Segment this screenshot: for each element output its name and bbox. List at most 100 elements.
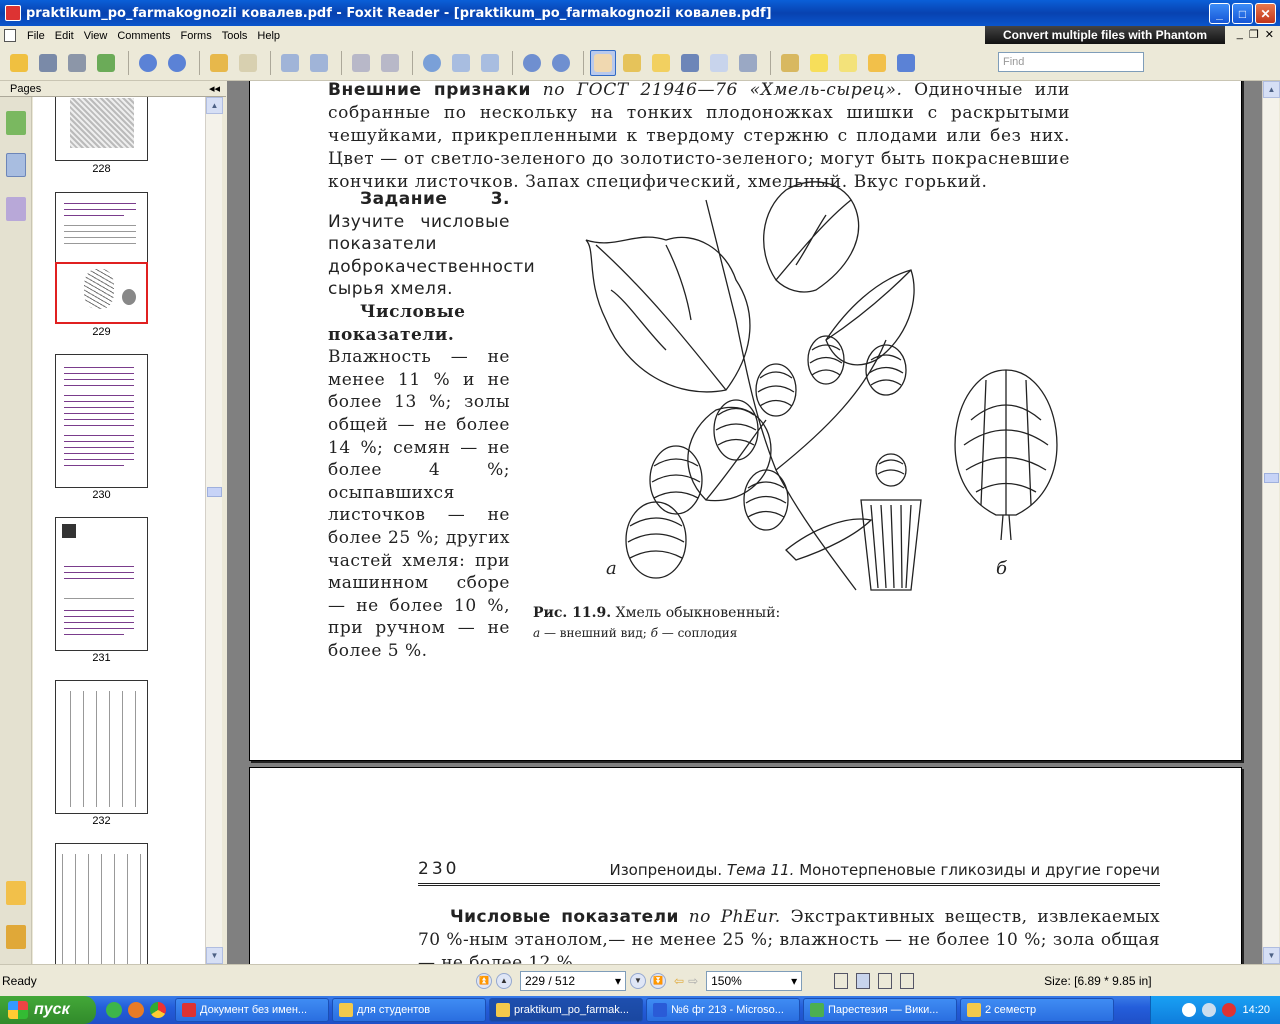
pencil-icon: [781, 53, 799, 72]
taskbar-button[interactable]: для студентов: [332, 998, 486, 1022]
edit-tool-button[interactable]: [777, 50, 803, 76]
folder-icon: [339, 1003, 353, 1017]
continuous-facing-view-icon[interactable]: [900, 972, 915, 989]
select-annotation-button[interactable]: [648, 50, 674, 76]
taskbar-button[interactable]: praktikum_po_farmak...: [489, 998, 643, 1022]
maximize-button[interactable]: □: [1232, 3, 1253, 24]
page-number-field[interactable]: 229 / 512 ▾: [520, 970, 626, 991]
attachments-icon[interactable]: [6, 925, 26, 949]
undo-button[interactable]: [348, 50, 374, 76]
clock[interactable]: 14:20: [1242, 1004, 1270, 1016]
bluetooth-icon[interactable]: [1182, 1003, 1197, 1017]
single-page-view-icon[interactable]: [834, 972, 849, 989]
thumbnail-page[interactable]: [55, 97, 148, 161]
network-icon[interactable]: [1202, 1003, 1217, 1017]
menu-tools[interactable]: Tools: [217, 30, 253, 42]
fit-width-button[interactable]: [477, 50, 503, 76]
menu-comments[interactable]: Comments: [112, 30, 175, 42]
continuous-view-icon[interactable]: [856, 972, 871, 989]
bookmarks-icon[interactable]: [6, 111, 26, 135]
taskbar-button[interactable]: №6 фг 213 - Microso...: [646, 998, 800, 1022]
insert-pages-button[interactable]: [306, 50, 332, 76]
task-text: Изучите числовые показатели доброкачеств…: [328, 211, 536, 300]
forward-arrow-icon[interactable]: ⇨: [688, 974, 698, 988]
pages-icon[interactable]: [6, 153, 26, 177]
phantom-promo-banner[interactable]: Convert multiple files with Phantom: [985, 26, 1225, 44]
print-button[interactable]: [64, 50, 90, 76]
save-button[interactable]: [35, 50, 61, 76]
doc-minimize-button[interactable]: _: [1237, 28, 1243, 41]
taskbar-button[interactable]: Парестезия — Вики...: [803, 998, 957, 1022]
select-text-button[interactable]: [619, 50, 645, 76]
note-button[interactable]: [806, 50, 832, 76]
prev-page-status-button[interactable]: ▲: [496, 972, 512, 989]
start-button[interactable]: пуск: [0, 996, 96, 1024]
scroll-thumb[interactable]: [1264, 473, 1279, 483]
taskbar-button[interactable]: 2 семестр: [960, 998, 1114, 1022]
thumbnail-page[interactable]: [55, 517, 148, 651]
binoculars-button[interactable]: [677, 50, 703, 76]
skype-icon[interactable]: [106, 1002, 122, 1018]
back-button[interactable]: [206, 50, 232, 76]
next-page-button[interactable]: [164, 50, 190, 76]
document-view[interactable]: Внешние признаки по ГОСТ 21946—76 «Хмель…: [227, 81, 1262, 964]
scroll-up-arrow[interactable]: ▲: [1263, 81, 1280, 98]
menu-forms[interactable]: Forms: [176, 30, 217, 42]
collapse-panel-button[interactable]: ◂◂: [209, 82, 220, 95]
doc-restore-button[interactable]: ❐: [1249, 28, 1259, 41]
chevron-down-icon[interactable]: ▾: [791, 974, 797, 988]
zoom-field[interactable]: 150% ▾: [706, 970, 803, 991]
thumbnail-page[interactable]: [55, 680, 148, 814]
scroll-down-arrow[interactable]: ▼: [206, 947, 223, 964]
firefox-icon[interactable]: [128, 1002, 144, 1018]
forward-button[interactable]: [235, 50, 261, 76]
open-button[interactable]: [6, 50, 32, 76]
email-button[interactable]: [93, 50, 119, 76]
first-page-button[interactable]: ⏫: [476, 972, 492, 989]
zoom-out-button[interactable]: [519, 50, 545, 76]
zoom-in-tool-button[interactable]: [419, 50, 445, 76]
extract-pages-button[interactable]: [277, 50, 303, 76]
redo-button[interactable]: [377, 50, 403, 76]
minimize-button[interactable]: _: [1209, 3, 1230, 24]
menu-help[interactable]: Help: [252, 30, 285, 42]
menu-edit[interactable]: Edit: [50, 30, 79, 42]
facing-view-icon[interactable]: [878, 972, 893, 989]
close-button[interactable]: ✕: [1255, 3, 1276, 24]
chevron-down-icon[interactable]: ▾: [615, 974, 621, 988]
pages-tab-label[interactable]: Pages: [10, 83, 41, 95]
thumbnail-page[interactable]: [55, 843, 148, 964]
find-input[interactable]: Find: [998, 52, 1144, 72]
doc-close-button[interactable]: ✕: [1265, 28, 1274, 41]
fit-page-button[interactable]: [448, 50, 474, 76]
zoom-in-button[interactable]: [548, 50, 574, 76]
arrow-tool-button[interactable]: [893, 50, 919, 76]
comments-icon[interactable]: [6, 881, 26, 905]
taskbar-button[interactable]: Документ без имен...: [175, 998, 329, 1022]
scroll-down-arrow[interactable]: ▼: [1263, 947, 1280, 964]
next-page-status-button[interactable]: ▼: [630, 972, 646, 989]
foxit-app-icon[interactable]: [5, 5, 21, 21]
layers-icon[interactable]: [6, 197, 26, 221]
snapshot-button[interactable]: [735, 50, 761, 76]
prev-page-button[interactable]: [135, 50, 161, 76]
document-icon[interactable]: [4, 29, 16, 42]
back-arrow-icon[interactable]: ⇦: [674, 974, 684, 988]
callout-button[interactable]: [864, 50, 890, 76]
hand-tool-button[interactable]: [590, 49, 616, 76]
typewriter-button[interactable]: [706, 50, 732, 76]
task-title-text: Задание 3.: [360, 189, 510, 209]
textbox-button[interactable]: [835, 50, 861, 76]
antivirus-icon[interactable]: [1222, 1003, 1237, 1017]
envelope-icon: [97, 53, 115, 72]
plus-circle-icon: [552, 53, 570, 72]
scroll-up-arrow[interactable]: ▲: [206, 97, 223, 114]
thumbnail-page[interactable]: [55, 354, 148, 488]
menu-file[interactable]: File: [22, 30, 50, 42]
last-page-button[interactable]: ⏬: [650, 972, 666, 989]
menu-view[interactable]: View: [79, 30, 113, 42]
chrome-icon[interactable]: [150, 1002, 166, 1018]
thumbnail-scrollbar[interactable]: ▲ ▼: [205, 97, 223, 964]
document-scrollbar[interactable]: ▲ ▼: [1262, 81, 1280, 964]
scroll-thumb[interactable]: [207, 487, 222, 497]
